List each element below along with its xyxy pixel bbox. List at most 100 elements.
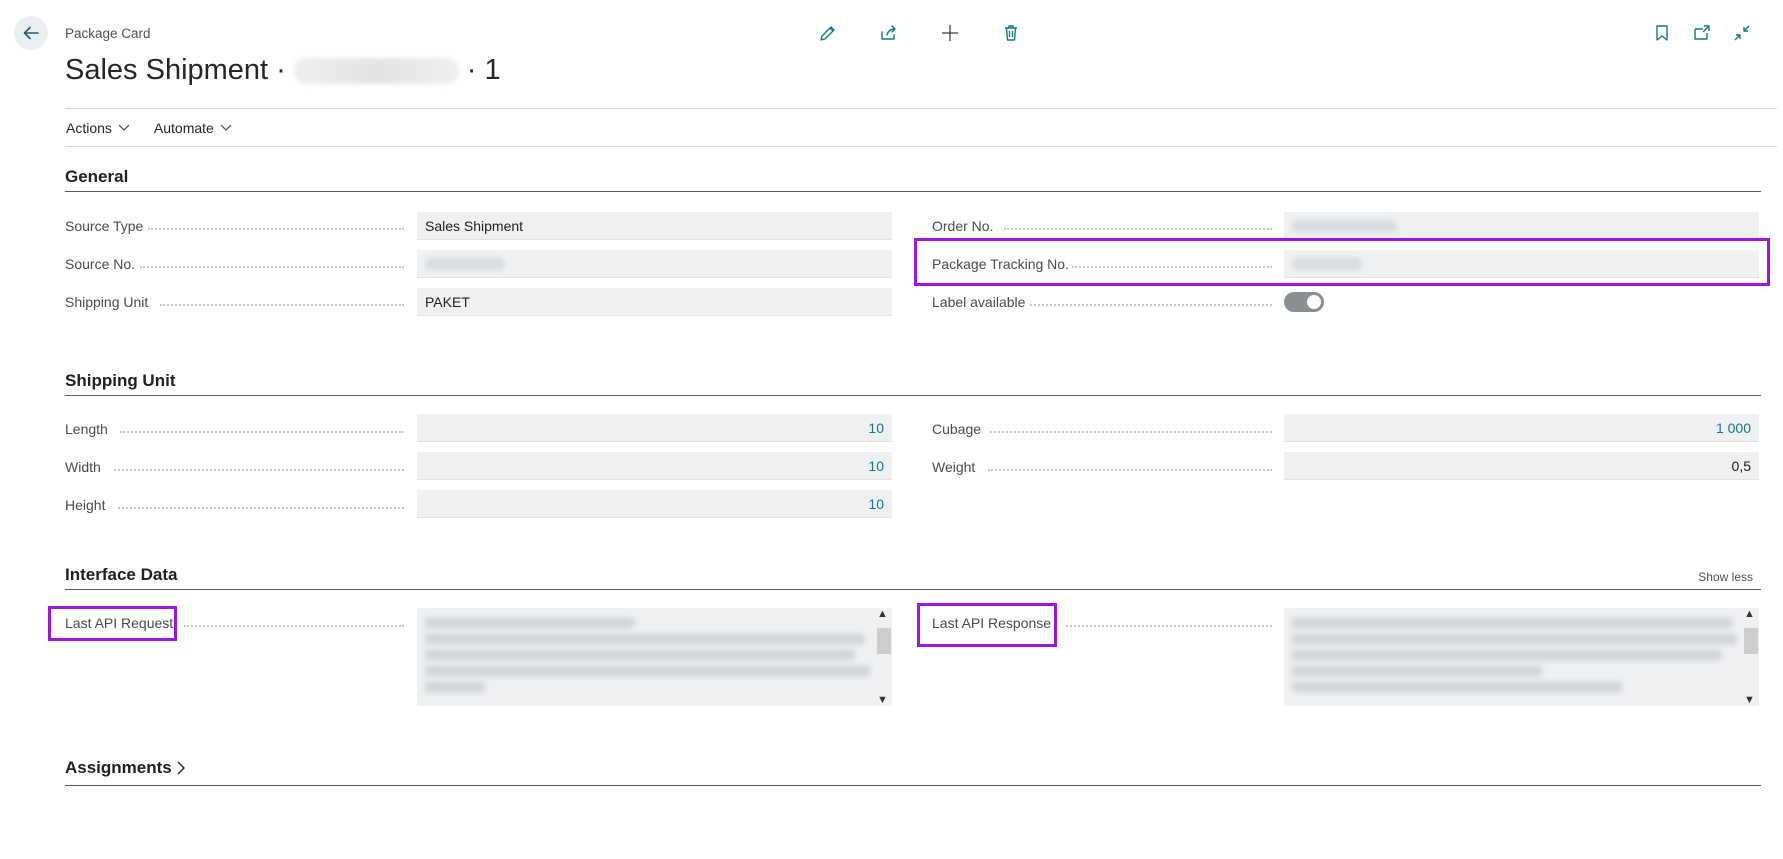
page-toolbar bbox=[815, 22, 1024, 44]
open-new-window-icon bbox=[1694, 25, 1710, 40]
redacted-line bbox=[425, 618, 635, 628]
add-icon bbox=[942, 25, 958, 41]
section-title-interface-data: Interface Data bbox=[65, 565, 178, 584]
scroll-up-icon[interactable]: ▲ bbox=[1744, 608, 1755, 620]
weight-value: 0,5 bbox=[1731, 457, 1751, 474]
weight-field[interactable]: 0,5 bbox=[1284, 452, 1759, 480]
chevron-down-icon bbox=[118, 124, 130, 131]
dot-leader bbox=[988, 469, 1272, 471]
section-title-assignments[interactable]: Assignments bbox=[65, 758, 186, 778]
scroll-up-icon[interactable]: ▲ bbox=[877, 608, 888, 620]
chevron-down-icon bbox=[220, 124, 232, 131]
redacted-order-no bbox=[1292, 219, 1397, 232]
add-button[interactable] bbox=[937, 22, 963, 44]
width-value: 10 bbox=[868, 457, 884, 474]
redacted-title-value bbox=[293, 57, 459, 84]
dot-leader bbox=[148, 228, 404, 230]
title-suffix: 1 bbox=[484, 54, 501, 86]
bookmark-button[interactable] bbox=[1649, 22, 1675, 44]
label-available-toggle[interactable] bbox=[1284, 292, 1324, 312]
redacted-line bbox=[1292, 666, 1542, 676]
cubage-field[interactable]: 1 000 bbox=[1284, 414, 1759, 442]
actions-menu-label: Actions bbox=[66, 120, 112, 136]
shipping-unit-field[interactable]: PAKET bbox=[417, 288, 892, 316]
scroll-down-icon[interactable]: ▼ bbox=[877, 694, 888, 706]
share-button[interactable] bbox=[876, 22, 902, 44]
length-label: Length bbox=[65, 421, 108, 437]
dot-leader bbox=[118, 507, 404, 509]
scroll-thumb[interactable] bbox=[877, 628, 891, 654]
last-api-response-textarea[interactable]: ▲ ▼ bbox=[1284, 608, 1759, 706]
assignments-title: Assignments bbox=[65, 758, 172, 777]
share-icon bbox=[881, 25, 896, 40]
edit-icon bbox=[820, 26, 835, 41]
title-prefix: Sales Shipment bbox=[65, 54, 269, 86]
delete-icon bbox=[1005, 25, 1017, 41]
redacted-line bbox=[1292, 618, 1732, 628]
title-separator: · bbox=[276, 54, 286, 86]
height-label: Height bbox=[65, 497, 106, 513]
header-divider bbox=[65, 108, 1777, 109]
actions-menu[interactable]: Actions bbox=[66, 120, 130, 136]
dot-leader bbox=[140, 266, 404, 268]
weight-label: Weight bbox=[932, 459, 976, 475]
highlight-last-api-request bbox=[48, 606, 177, 641]
dot-leader bbox=[990, 431, 1272, 433]
section-rule-interface-data bbox=[65, 589, 1761, 590]
open-new-window-button[interactable] bbox=[1689, 22, 1715, 44]
scroll-down-icon[interactable]: ▼ bbox=[1744, 694, 1755, 706]
textarea-scrollbar[interactable]: ▲ ▼ bbox=[1741, 608, 1759, 706]
order-no-label: Order No. bbox=[932, 218, 994, 234]
back-button[interactable] bbox=[14, 16, 48, 50]
section-title-general: General bbox=[65, 167, 129, 186]
dot-leader bbox=[120, 431, 404, 433]
dot-leader bbox=[1030, 304, 1272, 306]
section-title-shipping-unit: Shipping Unit bbox=[65, 371, 176, 390]
dot-leader bbox=[1004, 228, 1272, 230]
title-separator-2: · bbox=[466, 54, 477, 86]
redacted-line bbox=[425, 650, 855, 660]
shipping-unit-label: Shipping Unit bbox=[65, 294, 149, 310]
order-no-field[interactable] bbox=[1284, 212, 1759, 240]
cubage-label: Cubage bbox=[932, 421, 982, 437]
automate-menu[interactable]: Automate bbox=[154, 120, 232, 136]
last-api-request-textarea[interactable]: ▲ ▼ bbox=[417, 608, 892, 706]
cubage-value: 1 000 bbox=[1715, 419, 1751, 436]
actionbar-divider bbox=[65, 146, 1777, 147]
automate-menu-label: Automate bbox=[153, 120, 214, 136]
redacted-line bbox=[425, 666, 870, 676]
section-rule-assignments bbox=[65, 785, 1761, 786]
collapse-button[interactable] bbox=[1729, 22, 1755, 44]
redacted-line bbox=[1292, 650, 1722, 660]
show-less-link[interactable]: Show less bbox=[1698, 570, 1753, 584]
action-bar: Actions Automate bbox=[66, 120, 232, 136]
height-value: 10 bbox=[868, 495, 884, 512]
length-value: 10 bbox=[868, 419, 884, 436]
source-type-value: Sales Shipment bbox=[425, 217, 524, 234]
bookmark-icon bbox=[1656, 25, 1668, 41]
edit-button[interactable] bbox=[815, 22, 841, 44]
source-no-field[interactable] bbox=[417, 250, 892, 278]
scroll-thumb[interactable] bbox=[1744, 628, 1758, 654]
width-field[interactable]: 10 bbox=[417, 452, 892, 480]
redacted-line bbox=[1292, 682, 1622, 692]
delete-button[interactable] bbox=[998, 22, 1024, 44]
redacted-line bbox=[425, 634, 865, 644]
redacted-line bbox=[425, 682, 485, 692]
textarea-scrollbar[interactable]: ▲ ▼ bbox=[874, 608, 892, 706]
length-field[interactable]: 10 bbox=[417, 414, 892, 442]
section-rule-general bbox=[65, 191, 1761, 192]
section-rule-shipping-unit bbox=[65, 395, 1761, 396]
chevron-right-icon bbox=[177, 761, 185, 775]
width-label: Width bbox=[65, 459, 101, 475]
dot-leader bbox=[1066, 625, 1272, 627]
highlight-package-tracking bbox=[914, 238, 1770, 286]
page-title: Sales Shipment · · 1 bbox=[65, 54, 501, 87]
redacted-line bbox=[1292, 634, 1737, 644]
window-toolbar bbox=[1649, 22, 1755, 44]
height-field[interactable]: 10 bbox=[417, 490, 892, 518]
arrow-left-icon bbox=[23, 26, 39, 40]
page-caption: Package Card bbox=[65, 26, 151, 41]
highlight-last-api-response bbox=[917, 603, 1057, 647]
source-type-field[interactable]: Sales Shipment bbox=[417, 212, 892, 240]
